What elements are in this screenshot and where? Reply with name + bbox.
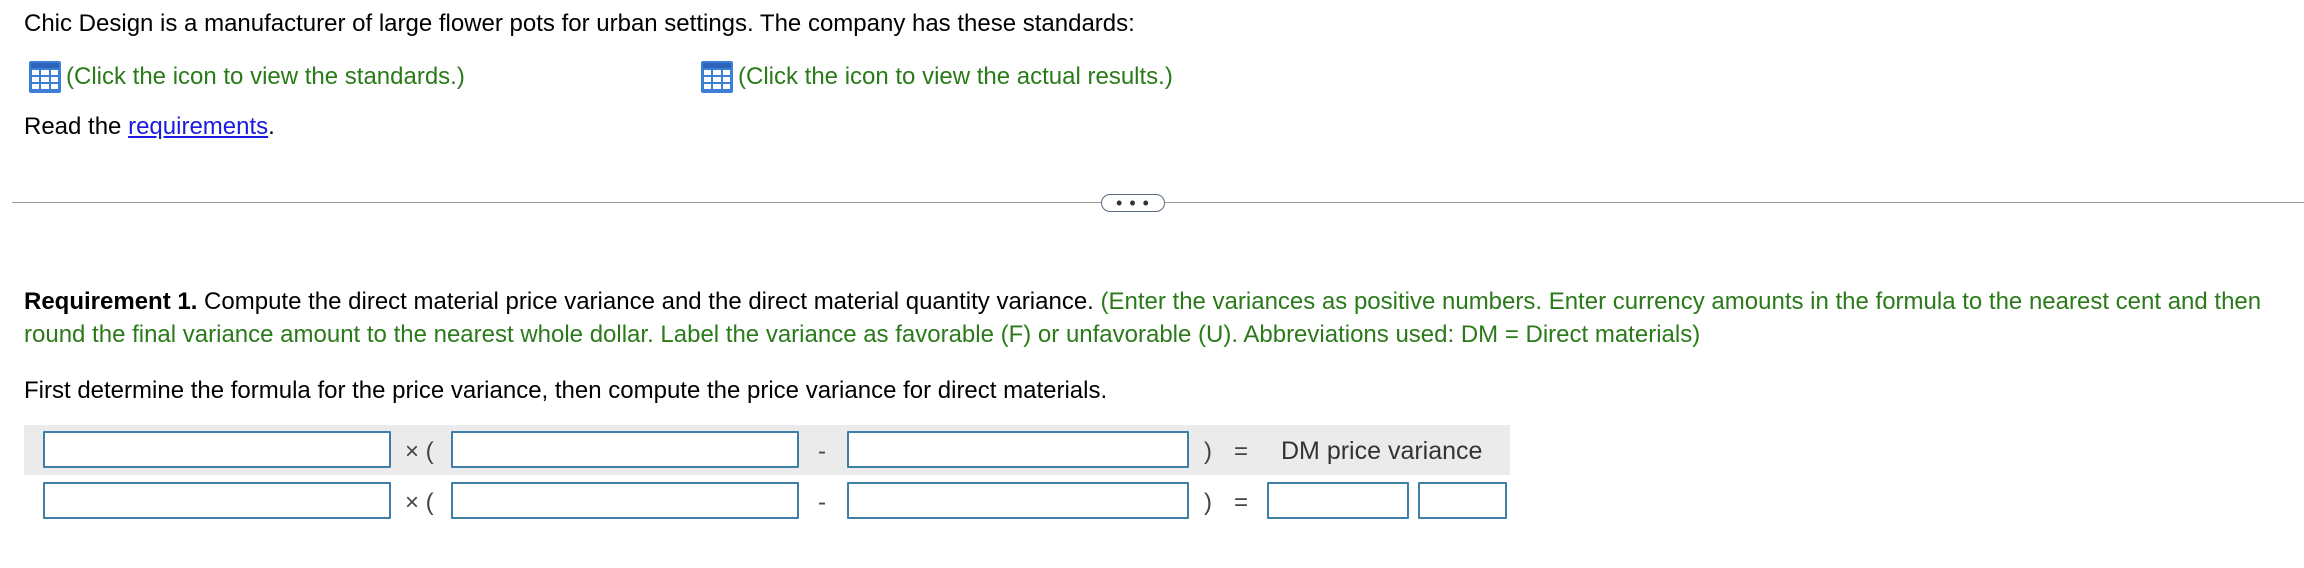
expand-ellipsis-button[interactable]: • • • <box>1101 194 1165 212</box>
read-suffix: . <box>268 113 275 140</box>
times-open-paren: × ( <box>405 489 434 516</box>
close-paren: ) <box>1204 489 1212 516</box>
times-open-paren: × ( <box>405 438 434 465</box>
formula-input-3[interactable] <box>847 431 1189 468</box>
read-requirements-line: Read the requirements. <box>24 113 275 141</box>
formula-input-1[interactable] <box>43 431 391 468</box>
variance-amount-input[interactable] <box>1267 482 1409 519</box>
intro-text: Chic Design is a manufacturer of large f… <box>24 10 1135 37</box>
compute-input-2[interactable] <box>451 482 799 519</box>
equals-sign: = <box>1234 489 1249 516</box>
read-prefix: Read the <box>24 113 129 140</box>
equals-sign: = <box>1234 438 1249 465</box>
view-actual-results-text[interactable]: (Click the icon to view the actual resul… <box>738 63 1173 91</box>
dm-price-variance-label: DM price variance <box>1281 437 1483 465</box>
variance-label-input[interactable] <box>1418 482 1507 519</box>
minus-sign: - <box>818 489 826 516</box>
table-grid-icon[interactable] <box>28 60 62 94</box>
requirements-link[interactable]: requirements <box>128 113 268 140</box>
formula-input-2[interactable] <box>451 431 799 468</box>
compute-input-3[interactable] <box>847 482 1189 519</box>
view-actual-results-link[interactable]: (Click the icon to view the actual resul… <box>700 60 1173 94</box>
requirement-heading: Requirement 1. <box>24 288 198 315</box>
requirement-body: Compute the direct material price varian… <box>197 288 1094 315</box>
view-standards-text[interactable]: (Click the icon to view the standards.) <box>66 63 465 91</box>
requirement-1-text: Requirement 1. Compute the direct materi… <box>24 285 2294 351</box>
view-standards-link[interactable]: (Click the icon to view the standards.) <box>28 60 465 94</box>
compute-input-1[interactable] <box>43 482 391 519</box>
minus-sign: - <box>818 438 826 465</box>
table-grid-icon[interactable] <box>700 60 734 94</box>
close-paren: ) <box>1204 438 1212 465</box>
first-determine-text: First determine the formula for the pric… <box>24 377 1108 404</box>
